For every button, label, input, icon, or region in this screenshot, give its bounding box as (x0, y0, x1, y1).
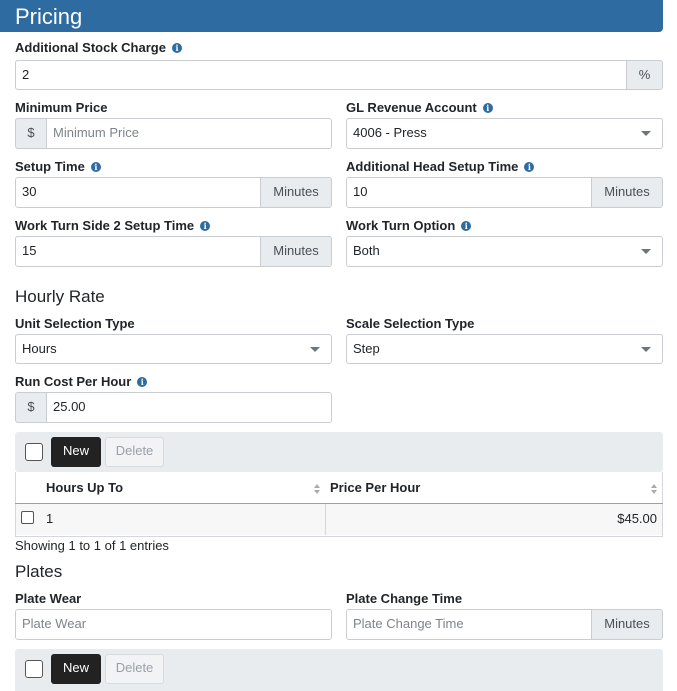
delete-button[interactable]: Delete (105, 654, 164, 684)
cell-divider (325, 504, 326, 535)
work-turn-option-value: Both (353, 243, 380, 258)
work-turn-side2-setup-time-input[interactable]: 15 (15, 236, 261, 267)
additional-stock-charge-label: Additional Stock Charge (15, 40, 166, 55)
minutes-addon: Minutes (591, 177, 663, 208)
scale-selection-type-value: Step (353, 341, 380, 356)
work-turn-option-label: Work Turn Option (346, 218, 456, 233)
info-icon[interactable]: i (137, 377, 148, 387)
setup-time-label: Setup Time (15, 159, 85, 174)
run-cost-per-hour-input[interactable]: 25.00 (46, 392, 332, 423)
delete-button[interactable]: Delete (105, 437, 164, 467)
scale-selection-type-select[interactable]: Step (346, 334, 663, 364)
page-title: Pricing (15, 4, 83, 29)
gl-revenue-account-label-row: GL Revenue Account i (346, 100, 493, 116)
additional-head-setup-time-label: Additional Head Setup Time (346, 159, 519, 174)
table-row[interactable] (16, 504, 662, 535)
new-button[interactable]: New (51, 437, 101, 467)
work-turn-side2-setup-time-label-row: Work Turn Side 2 Setup Time i (15, 218, 211, 234)
gl-revenue-account-value: 4006 - Press (353, 125, 427, 140)
plates-heading: Plates (15, 562, 63, 581)
info-icon[interactable]: i (171, 43, 182, 53)
minimum-price-label: Minimum Price (15, 100, 108, 115)
info-icon[interactable]: i (461, 221, 472, 231)
work-turn-option-select[interactable]: Both (346, 236, 663, 267)
info-icon[interactable]: i (524, 162, 535, 172)
cell-price-per-hour[interactable]: $45.00 (617, 511, 657, 527)
additional-stock-charge-input[interactable]: 2 (15, 60, 627, 90)
select-all-checkbox[interactable] (25, 443, 43, 461)
setup-time-label-row: Setup Time i (15, 159, 101, 175)
additional-stock-charge-label-row: Additional Stock Charge i (15, 40, 182, 56)
minimum-price-input[interactable]: Minimum Price (46, 118, 332, 149)
pricing-header-bar (0, 0, 663, 32)
new-button[interactable]: New (51, 654, 101, 684)
info-icon[interactable]: i (200, 221, 211, 231)
work-turn-side2-setup-time-label: Work Turn Side 2 Setup Time (15, 218, 195, 233)
cell-hours-up-to[interactable]: 1 (46, 511, 53, 527)
gl-revenue-account-label: GL Revenue Account (346, 100, 477, 115)
run-cost-per-hour-label-row: Run Cost Per Hour i (15, 374, 148, 390)
minutes-addon: Minutes (591, 609, 663, 640)
plate-change-time-label: Plate Change Time (346, 591, 463, 606)
row-checkbox[interactable] (21, 511, 34, 524)
column-header-hours-up-to[interactable]: Hours Up To (46, 480, 123, 496)
unit-selection-type-select[interactable]: Hours (15, 334, 332, 364)
chevron-down-icon[interactable] (641, 249, 651, 254)
chevron-down-icon[interactable] (641, 347, 651, 352)
table-info-text: Showing 1 to 1 of 1 entries (15, 538, 169, 553)
unit-selection-type-label: Unit Selection Type (15, 316, 135, 331)
info-icon[interactable]: i (482, 103, 493, 113)
sort-icon[interactable] (651, 484, 657, 494)
additional-head-setup-time-label-row: Additional Head Setup Time i (346, 159, 535, 175)
plate-wear-input[interactable]: Plate Wear (15, 609, 332, 640)
plate-change-time-input[interactable]: Plate Change Time (346, 609, 592, 640)
sort-icon[interactable] (314, 484, 320, 494)
work-turn-option-label-row: Work Turn Option i (346, 218, 472, 234)
additional-head-setup-time-input[interactable]: 10 (346, 177, 592, 208)
select-all-checkbox[interactable] (25, 660, 43, 678)
unit-selection-type-value: Hours (22, 341, 57, 356)
chevron-down-icon[interactable] (641, 131, 651, 136)
column-header-price-per-hour[interactable]: Price Per Hour (330, 480, 420, 496)
info-icon[interactable]: i (90, 162, 101, 172)
hourly-rate-heading: Hourly Rate (15, 287, 105, 306)
scale-selection-type-label: Scale Selection Type (346, 316, 475, 331)
chevron-down-icon[interactable] (310, 347, 320, 352)
gl-revenue-account-select[interactable]: 4006 - Press (346, 118, 663, 149)
run-cost-per-hour-label: Run Cost Per Hour (15, 374, 132, 389)
percent-addon: % (626, 60, 663, 90)
minutes-addon: Minutes (260, 177, 332, 208)
dollar-addon: $ (15, 118, 47, 149)
dollar-addon: $ (15, 392, 47, 423)
setup-time-input[interactable]: 30 (15, 177, 261, 208)
plate-wear-label: Plate Wear (15, 591, 82, 606)
minutes-addon: Minutes (260, 236, 332, 267)
